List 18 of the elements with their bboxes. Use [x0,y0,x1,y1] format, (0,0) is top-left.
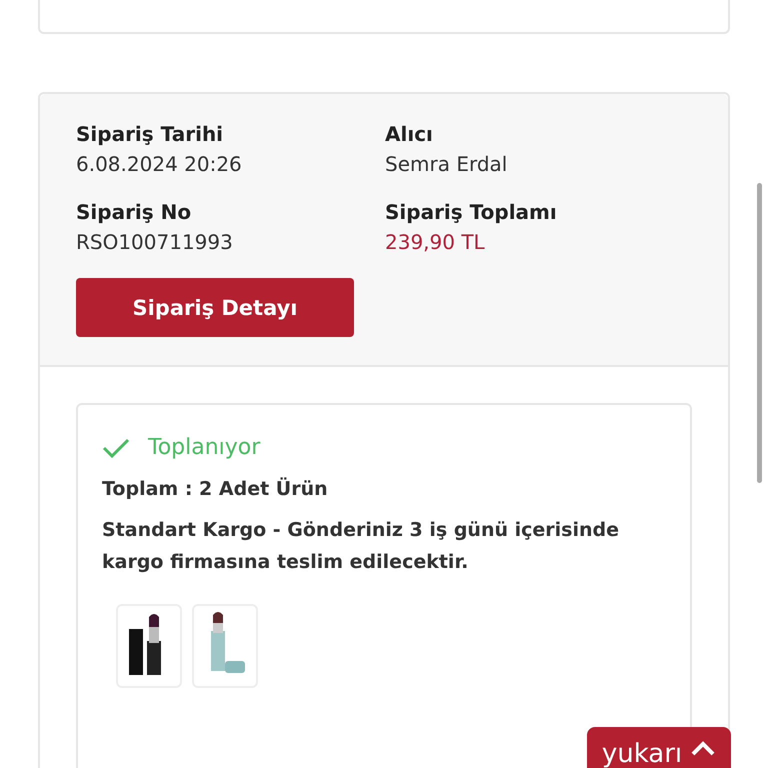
shipment-status: Toplanıyor [148,435,260,460]
product-thumbnail[interactable] [116,604,182,688]
order-detail-button[interactable]: Sipariş Detayı [76,278,354,337]
check-icon [102,436,130,458]
item-count: Toplam : 2 Adet Ürün [102,478,329,500]
field-value: RSO100711993 [76,230,234,254]
field-label: Sipariş Toplamı [385,200,558,224]
field-label: Sipariş No [76,200,192,224]
field-value: Semra Erdal [385,152,508,176]
shipping-note: Standart Kargo - Gönderiniz 3 iş günü içerisinde kargo firmasına teslim edilecektir. [102,518,620,575]
order-total: 239,90 TL [385,230,486,254]
chevron-up-icon [690,739,716,757]
field-label: Alıcı [385,122,434,146]
product-thumbnail[interactable] [192,604,258,688]
back-to-top-button[interactable]: yukarı [587,727,731,768]
field-value: 6.08.2024 20:26 [76,152,243,176]
scrollbar[interactable] [757,183,762,483]
field-label: Sipariş Tarihi [76,122,224,146]
